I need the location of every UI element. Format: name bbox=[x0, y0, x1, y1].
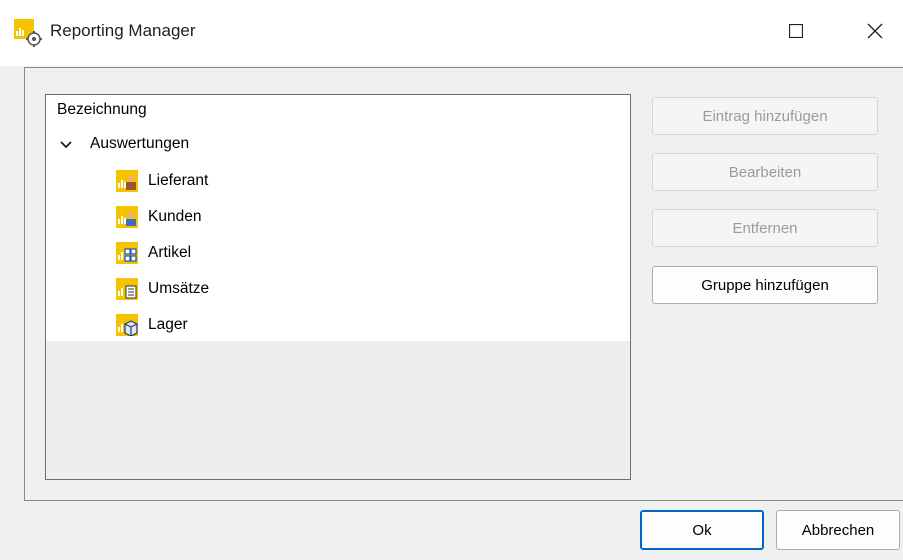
tree-item-label: Lager bbox=[148, 316, 188, 333]
add-entry-button[interactable]: Eintrag hinzufügen bbox=[652, 97, 878, 135]
title-bar: Reporting Manager bbox=[0, 0, 903, 66]
tree-item-artikel[interactable]: Artikel bbox=[116, 241, 191, 265]
ok-button[interactable]: Ok bbox=[640, 510, 764, 550]
tree-column-header[interactable]: Bezeichnung bbox=[57, 101, 147, 119]
tree-item-lieferant[interactable]: Lieferant bbox=[116, 169, 208, 193]
tree-item-label: Artikel bbox=[148, 244, 192, 261]
window-title: Reporting Manager bbox=[50, 21, 196, 40]
tree-item-lager[interactable]: Lager bbox=[116, 313, 188, 337]
close-button[interactable] bbox=[847, 8, 903, 58]
tree-item-label: Kunden bbox=[148, 208, 202, 225]
kunden-report-icon bbox=[116, 206, 138, 228]
tree-item-label: Lieferant bbox=[148, 172, 209, 189]
artikel-report-icon bbox=[116, 242, 138, 264]
maximize-button[interactable] bbox=[768, 8, 824, 58]
add-group-button[interactable]: Gruppe hinzufügen bbox=[652, 266, 878, 304]
tree-item-umsaetze[interactable]: Umsätze bbox=[116, 277, 209, 301]
lager-report-icon bbox=[116, 314, 138, 337]
reporting-manager-icon bbox=[14, 19, 42, 47]
tree-group-auswertungen[interactable]: Auswertungen bbox=[60, 133, 189, 155]
chevron-down-icon[interactable] bbox=[60, 136, 72, 153]
tree-item-label: Umsätze bbox=[148, 280, 210, 297]
lieferant-report-icon bbox=[116, 170, 138, 192]
close-icon bbox=[867, 23, 883, 43]
report-tree[interactable]: Bezeichnung Auswertungen Lieferant Kunde… bbox=[45, 94, 631, 480]
tree-group-label: Auswertungen bbox=[90, 135, 190, 152]
remove-button[interactable]: Entfernen bbox=[652, 209, 878, 247]
umsaetze-report-icon bbox=[116, 278, 138, 300]
maximize-icon bbox=[788, 23, 804, 42]
cancel-button[interactable]: Abbrechen bbox=[776, 510, 900, 550]
edit-button[interactable]: Bearbeiten bbox=[652, 153, 878, 191]
tree-item-kunden[interactable]: Kunden bbox=[116, 205, 201, 229]
